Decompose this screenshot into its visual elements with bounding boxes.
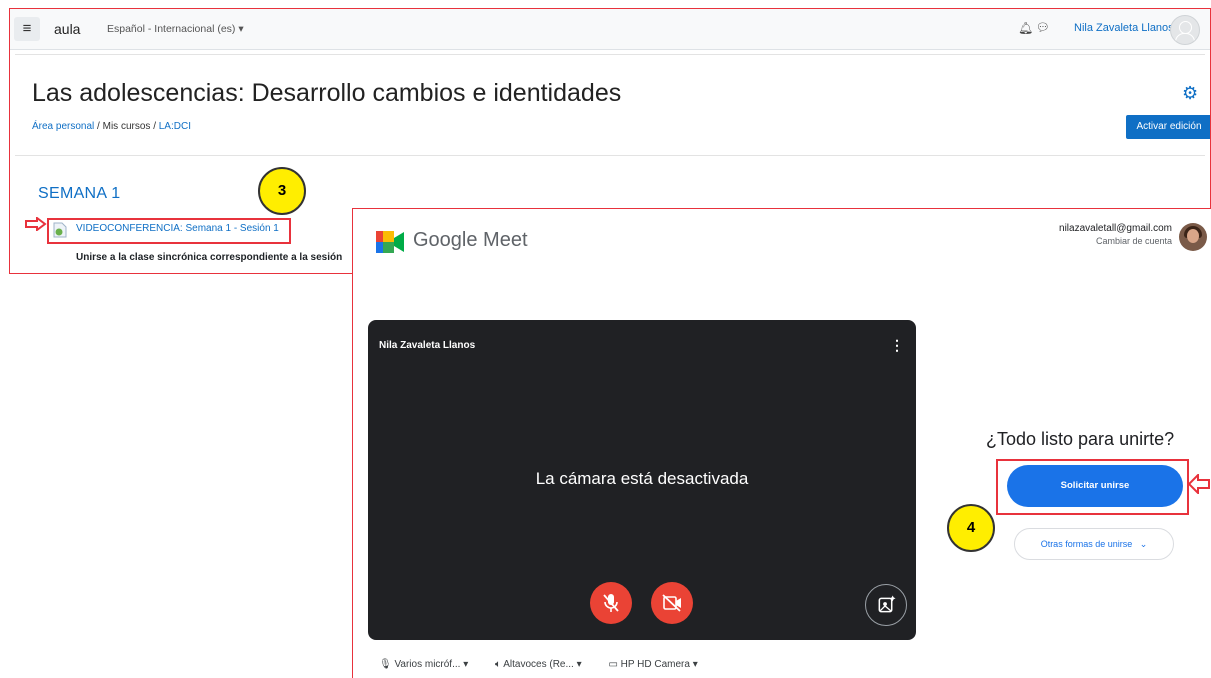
microphone-off-button[interactable]	[590, 582, 632, 624]
course-title: Las adolescencias: Desarrollo cambios e …	[32, 79, 622, 107]
breadcrumb: Área personal / Mis cursos / LA:DCI	[32, 121, 191, 132]
other-ways-label: Otras formas de unirse	[1040, 539, 1133, 549]
speaker-icon: 🔈︎	[495, 659, 504, 670]
device-selectors: 🎙︎ Varios micróf... ▾ 🔈︎ Altavoces (Re..…	[379, 659, 722, 670]
camera-selector[interactable]: ▭ HP HD Camera ▾	[608, 659, 697, 670]
mic-off-icon	[603, 594, 619, 612]
ready-to-join-heading: ¿Todo listo para unirte?	[986, 429, 1175, 449]
hamburger-menu-icon[interactable]: ≡	[14, 17, 40, 41]
activity-link-videoconference[interactable]: VIDEOCONFERENCIA: Semana 1 - Sesión 1	[76, 223, 279, 234]
switch-account-link[interactable]: Cambiar de cuenta	[1053, 236, 1172, 246]
more-options-icon[interactable]: ⋮	[890, 338, 904, 352]
microphone-selector[interactable]: 🎙︎ Varios micróf... ▾	[379, 659, 468, 670]
annotation-arrow-left-icon	[1187, 472, 1210, 499]
speaker-selector[interactable]: 🔈︎ Altavoces (Re... ▾	[495, 659, 582, 670]
gear-icon[interactable]: ⚙	[1182, 83, 1198, 104]
speaker-label: Altavoces (Re...	[503, 659, 574, 670]
user-avatar[interactable]	[1170, 15, 1200, 45]
site-name[interactable]: aula	[54, 21, 80, 37]
camera-preview: Nila Zavaleta Llanos ⋮ La cámara está de…	[368, 320, 916, 640]
moodle-navbar: ≡ aula Español - Internacional (es) ▾ 🔔︎…	[10, 9, 1210, 50]
breadcrumb-item-my-courses[interactable]: Mis cursos	[103, 121, 151, 132]
camera-off-icon	[662, 594, 681, 612]
bell-icon[interactable]: 🔔︎	[1018, 21, 1033, 35]
microphone-icon: 🎙︎	[379, 659, 395, 670]
google-meet-brand: Google Meet	[413, 229, 528, 251]
video-camera-icon: ▭	[608, 659, 621, 670]
camera-label: HP HD Camera	[620, 659, 690, 670]
effects-icon	[878, 595, 896, 613]
url-resource-icon	[53, 222, 67, 238]
camera-off-button[interactable]	[651, 582, 693, 624]
preview-participant-name: Nila Zavaleta Llanos	[379, 340, 476, 351]
step-marker-3: 3	[258, 167, 306, 215]
visual-effects-button[interactable]	[865, 584, 907, 626]
section-title[interactable]: SEMANA 1	[38, 185, 120, 203]
user-menu-name[interactable]: Nila Zavaleta Llanos	[1074, 22, 1174, 34]
account-email: nilazavaletall@gmail.com	[1059, 223, 1172, 234]
other-ways-to-join-button[interactable]: Otras formas de unirse ⌄	[1014, 528, 1174, 560]
language-selector[interactable]: Español - Internacional (es) ▾	[107, 23, 244, 35]
annotation-arrow-right-icon	[25, 216, 47, 236]
chat-bubble-icon[interactable]: 💬︎	[1036, 21, 1050, 34]
chevron-down-icon: ⌄	[1134, 539, 1148, 549]
microphone-label: Varios micróf...	[394, 659, 461, 670]
breadcrumb-item-home[interactable]: Área personal	[32, 121, 94, 132]
google-meet-logo-icon	[376, 231, 404, 253]
step-marker-4: 4	[947, 504, 995, 552]
ask-to-join-button[interactable]: Solicitar unirse	[1007, 465, 1183, 507]
breadcrumb-item-course[interactable]: LA:DCI	[159, 121, 191, 132]
turn-editing-on-button[interactable]: Activar edición	[1126, 115, 1210, 139]
camera-off-message: La cámara está desactivada	[535, 469, 749, 488]
google-meet-join-page: Google Meet nilazavaletall@gmail.com Cam…	[352, 208, 1211, 678]
account-avatar[interactable]	[1179, 223, 1207, 251]
activity-description: Unirse a la clase sincrónica correspondi…	[76, 252, 343, 263]
